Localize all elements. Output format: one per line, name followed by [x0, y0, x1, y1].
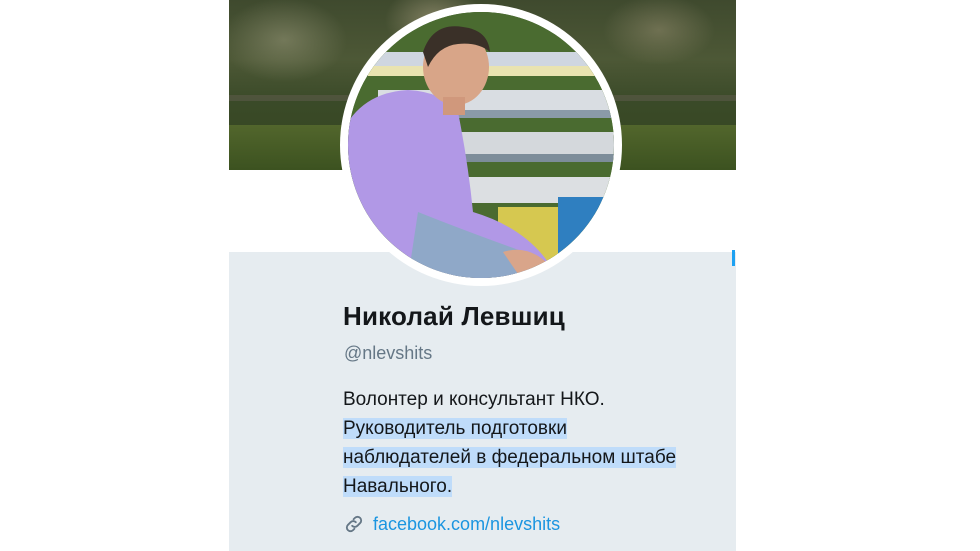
profile-website: facebook.com/nlevshits [343, 511, 560, 537]
profile-bio: Волонтер и консультант НКО. Руководитель… [343, 385, 703, 501]
profile-name: Николай Левшиц [343, 301, 565, 331]
person-image [348, 26, 548, 278]
bio-line-selected: Навального. [343, 476, 453, 497]
avatar-photo [348, 12, 614, 278]
website-link[interactable]: facebook.com/nlevshits [373, 514, 560, 535]
bio-line: Волонтер и консультант НКО. [343, 389, 605, 410]
profile-handle[interactable]: @nlevshits [344, 343, 432, 364]
bio-line-selected: Руководитель подготовки [343, 418, 567, 439]
link-icon [343, 513, 365, 535]
bio-line-selected: наблюдателей в федеральном штабе [343, 447, 677, 468]
avatar[interactable] [340, 4, 622, 286]
accent-line [732, 250, 735, 266]
profile-card: Николай Левшиц @nlevshits Волонтер и кон… [229, 0, 736, 551]
